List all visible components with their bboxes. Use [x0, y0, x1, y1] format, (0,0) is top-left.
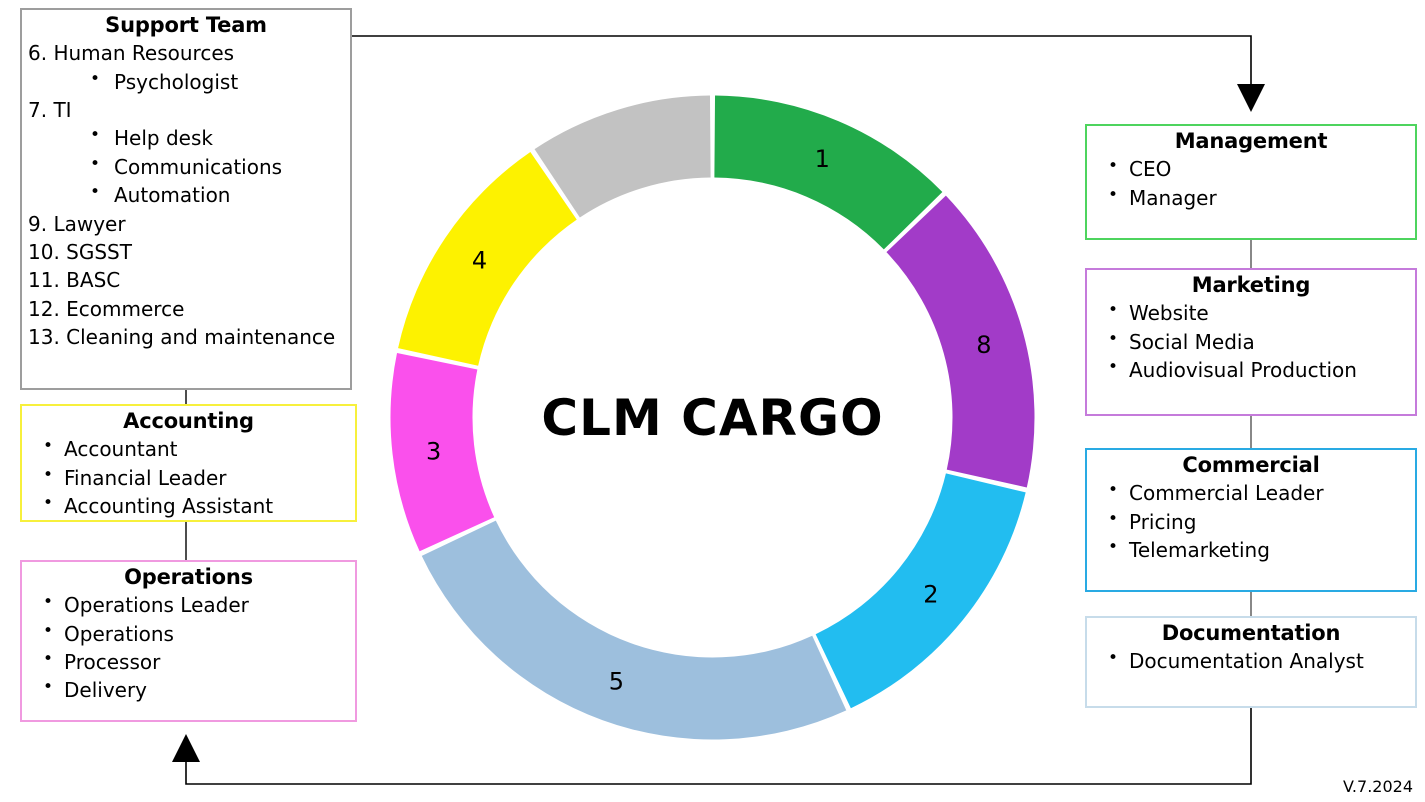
list-item: Manager: [1093, 183, 1409, 212]
support-sub-item: Communications: [28, 152, 344, 181]
card-title-management: Management: [1174, 129, 1328, 153]
list-item: Documentation Analyst: [1093, 646, 1409, 675]
accounting-item-list: AccountantFinancial LeaderAccounting Ass…: [28, 434, 349, 520]
list-item: Accounting Assistant: [28, 491, 349, 520]
list-item: Processor: [28, 647, 349, 676]
operations-item-list: Operations LeaderOperationsProcessorDeli…: [28, 590, 349, 705]
list-item: Website: [1093, 298, 1409, 327]
card-title-operations: Operations: [124, 565, 253, 589]
list-item: Social Media: [1093, 327, 1409, 356]
list-item: Commercial Leader: [1093, 478, 1409, 507]
card-title-documentation: Documentation: [1161, 621, 1341, 645]
support-numbered-item: 9. Lawyer: [28, 211, 126, 236]
list-item: Financial Leader: [28, 463, 349, 492]
version-stamp: V.7.2024: [1343, 777, 1413, 796]
card-title-accounting: Accounting: [123, 409, 254, 433]
support-sub-item: Psychologist: [28, 67, 344, 96]
list-item: Pricing: [1093, 507, 1409, 536]
card-management[interactable]: Management CEOManager: [1085, 124, 1417, 240]
support-sub-item: Automation: [28, 180, 344, 209]
support-numbered-item: 7. TI: [28, 98, 72, 123]
commercial-item-list: Commercial LeaderPricingTelemarketing: [1093, 478, 1409, 564]
support-numbered-item: 10. SGSST: [28, 240, 132, 265]
list-item: Operations Leader: [28, 590, 349, 619]
card-title-support-team: Support Team: [105, 13, 267, 37]
documentation-item-list: Documentation Analyst: [1093, 646, 1409, 675]
card-title-marketing: Marketing: [1191, 273, 1311, 297]
donut-center-label: CLM CARGO: [541, 388, 884, 447]
management-item-list: CEOManager: [1093, 154, 1409, 212]
donut-chart: 182534 CLM CARGO: [390, 95, 1035, 740]
support-numbered-item: 12. Ecommerce: [28, 296, 185, 321]
diagram-canvas: 182534 CLM CARGO Support Team 6. Human R…: [0, 0, 1425, 802]
support-sub-item: Help desk: [28, 123, 344, 152]
list-item: Delivery: [28, 675, 349, 704]
support-numbered-item: 13. Cleaning and maintenance: [28, 325, 336, 350]
support-numbered-item: 11. BASC: [28, 268, 121, 293]
card-marketing[interactable]: Marketing WebsiteSocial MediaAudiovisual…: [1085, 268, 1417, 416]
list-item: CEO: [1093, 154, 1409, 183]
connector-support-to-management: [352, 35, 1252, 84]
list-item: Accountant: [28, 434, 349, 463]
list-item: Audiovisual Production: [1093, 355, 1409, 384]
support-numbered-item: 6. Human Resources: [28, 41, 235, 66]
card-commercial[interactable]: Commercial Commercial LeaderPricingTelem…: [1085, 448, 1417, 592]
card-support-team[interactable]: Support Team 6. Human ResourcesPsycholog…: [20, 8, 352, 390]
card-documentation[interactable]: Documentation Documentation Analyst: [1085, 616, 1417, 708]
list-item: Operations: [28, 619, 349, 648]
support-team-line-list: 6. Human ResourcesPsychologist7. TIHelp …: [28, 39, 344, 351]
marketing-item-list: WebsiteSocial MediaAudiovisual Productio…: [1093, 298, 1409, 384]
card-title-commercial: Commercial: [1182, 453, 1320, 477]
arrowhead-up-icon: [172, 734, 200, 762]
card-operations[interactable]: Operations Operations LeaderOperationsPr…: [20, 560, 357, 722]
list-item: Telemarketing: [1093, 535, 1409, 564]
card-accounting[interactable]: Accounting AccountantFinancial LeaderAcc…: [20, 404, 357, 522]
arrowhead-down-icon: [1237, 84, 1265, 112]
